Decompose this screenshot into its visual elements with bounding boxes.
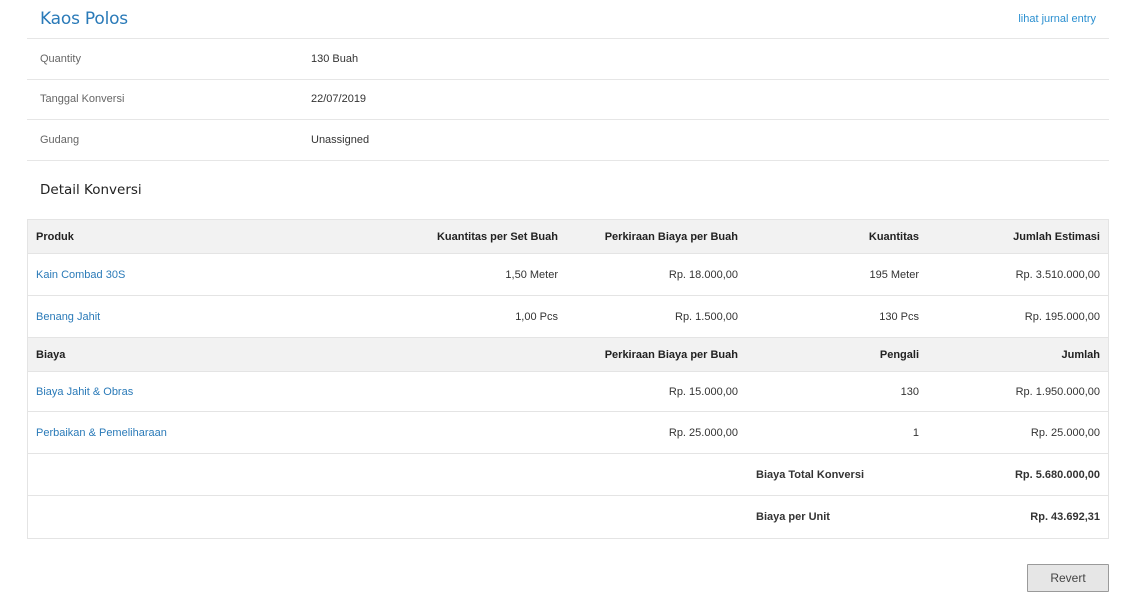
total-label: Biaya Total Konversi xyxy=(756,468,864,481)
section-title: Detail Konversi xyxy=(40,182,142,198)
info-label: Gudang xyxy=(40,133,80,146)
table-row: Benang Jahit 1,00 Pcs Rp. 1.500,00 130 P… xyxy=(28,296,1108,338)
product-header-row: Produk Kuantitas per Set Buah Perkiraan … xyxy=(28,220,1108,254)
cell-amount: Rp. 25.000,00 xyxy=(1030,426,1100,439)
info-row-date: Tanggal Konversi 22/07/2019 xyxy=(27,80,1109,120)
column-header: Perkiraan Biaya per Buah xyxy=(604,348,738,361)
conversion-info-table: Quantity 130 Buah Tanggal Konversi 22/07… xyxy=(27,38,1109,161)
cost-link[interactable]: Perbaikan & Pemeliharaan xyxy=(36,427,167,439)
product-link[interactable]: Kain Combad 30S xyxy=(36,269,125,281)
column-header: Kuantitas per Set Buah xyxy=(436,230,558,243)
cell-cost-per-unit: Rp. 18.000,00 xyxy=(668,268,738,281)
column-header: Produk xyxy=(36,230,74,243)
column-header: Jumlah xyxy=(1061,348,1100,361)
column-header: Perkiraan Biaya per Buah xyxy=(604,230,738,243)
total-value: Rp. 5.680.000,00 xyxy=(1014,468,1100,481)
total-label: Biaya per Unit xyxy=(756,511,830,523)
info-value: Unassigned xyxy=(311,133,370,146)
total-conversion-row: Biaya Total Konversi Rp. 5.680.000,00 xyxy=(28,454,1108,496)
column-header: Biaya xyxy=(36,348,66,361)
info-row-quantity: Quantity 130 Buah xyxy=(27,39,1109,80)
page-title: Kaos Polos xyxy=(40,9,128,29)
cell-cost-per-unit: Rp. 1.500,00 xyxy=(675,310,738,323)
table-row: Kain Combad 30S 1,50 Meter Rp. 18.000,00… xyxy=(28,254,1108,296)
cell-multiplier: 130 xyxy=(900,385,919,398)
cost-per-unit-row: Biaya per Unit Rp. 43.692,31 xyxy=(28,496,1108,538)
cell-cost-per-unit: Rp. 25.000,00 xyxy=(668,426,738,439)
cell-estimate: Rp. 195.000,00 xyxy=(1024,310,1100,323)
cell-multiplier: 1 xyxy=(912,426,919,439)
cell-qty-per-set: 1,00 Pcs xyxy=(515,310,558,323)
view-journal-entry-link[interactable]: lihat jurnal entry xyxy=(1018,13,1096,25)
cell-quantity: 195 Meter xyxy=(869,268,919,281)
info-value: 130 Buah xyxy=(311,52,359,65)
info-value: 22/07/2019 xyxy=(311,93,367,106)
revert-button[interactable]: Revert xyxy=(1027,564,1109,592)
info-row-warehouse: Gudang Unassigned xyxy=(27,120,1109,161)
cell-quantity: 130 Pcs xyxy=(879,310,919,323)
info-label: Quantity xyxy=(40,52,81,65)
conversion-detail-table: Produk Kuantitas per Set Buah Perkiraan … xyxy=(27,219,1109,539)
cell-cost-per-unit: Rp. 15.000,00 xyxy=(668,385,738,398)
table-row: Perbaikan & Pemeliharaan Rp. 25.000,00 1… xyxy=(28,412,1108,454)
cell-amount: Rp. 1.950.000,00 xyxy=(1015,385,1100,398)
cost-link[interactable]: Biaya Jahit & Obras xyxy=(36,386,133,398)
cell-estimate: Rp. 3.510.000,00 xyxy=(1015,268,1100,281)
total-value: Rp. 43.692,31 xyxy=(1030,511,1100,523)
product-link[interactable]: Benang Jahit xyxy=(36,311,100,323)
column-header: Jumlah Estimasi xyxy=(1013,230,1100,243)
table-row: Biaya Jahit & Obras Rp. 15.000,00 130 Rp… xyxy=(28,372,1108,412)
cell-qty-per-set: 1,50 Meter xyxy=(505,268,558,281)
cost-header-row: Biaya Perkiraan Biaya per Buah Pengali J… xyxy=(28,338,1108,372)
column-header: Pengali xyxy=(879,348,919,361)
column-header: Kuantitas xyxy=(868,230,919,243)
info-label: Tanggal Konversi xyxy=(40,93,125,106)
